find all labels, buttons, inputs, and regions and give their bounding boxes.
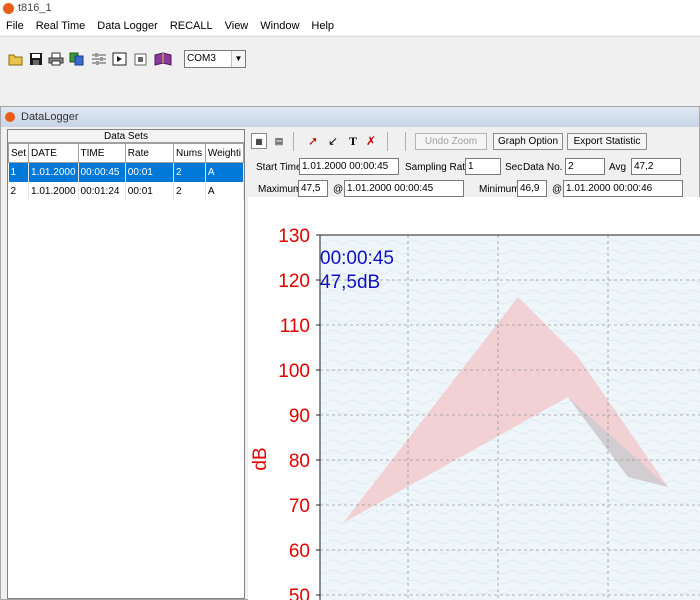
menu-data-logger[interactable]: Data Logger <box>91 17 164 35</box>
data-sets-panel: Data Sets Set DATE TIME Rate Nums Weight… <box>7 129 245 599</box>
separator <box>387 132 388 151</box>
cell-set: 2 <box>8 181 30 201</box>
menu-help[interactable]: Help <box>305 17 340 35</box>
play-icon[interactable] <box>112 52 128 66</box>
minimum-time-field[interactable]: 1.01.2000 00:00:46 <box>563 180 683 197</box>
window-title: t816_1 <box>18 2 52 14</box>
menu-window[interactable]: Window <box>254 17 305 35</box>
open-folder-icon[interactable] <box>8 52 24 66</box>
y-tick-label: 50 <box>289 586 310 600</box>
sec-label: Sec <box>505 162 523 173</box>
cell-set: 1 <box>8 162 30 182</box>
com-port-select[interactable]: COM3 ▼ <box>184 50 246 68</box>
at-label: @ <box>333 184 344 195</box>
maximum-time-field[interactable]: 1.01.2000 00:00:45 <box>344 180 464 197</box>
column-header-weighting[interactable]: Weighti <box>204 143 245 163</box>
cell-time: 00:00:45 <box>78 162 126 182</box>
column-header-time[interactable]: TIME <box>77 143 126 163</box>
menu-file[interactable]: File <box>0 17 30 35</box>
undo-zoom-button[interactable]: Undo Zoom <box>415 133 487 150</box>
cell-rate: 00:01 <box>125 162 174 182</box>
sampling-rate-label: Sampling Rate <box>405 162 471 173</box>
y-axis-label: dB <box>250 447 271 470</box>
y-tick-label: 120 <box>278 271 310 292</box>
cell-date: 1.01.2000 <box>28 181 79 201</box>
cell-time: 00:01:24 <box>78 181 126 201</box>
minimum-label: Minimum <box>479 184 520 195</box>
main-toolbar: COM3 ▼ <box>0 36 700 106</box>
y-tick-label: 70 <box>289 496 310 517</box>
child-title-bar[interactable]: DataLogger <box>1 107 699 127</box>
save-icon[interactable] <box>28 52 44 66</box>
y-tick-label: 100 <box>278 361 310 382</box>
table-row[interactable]: 2 1.01.2000 00:01:24 00:01 2 A <box>8 181 245 201</box>
start-time-field[interactable]: 1.01.2000 00:00:45 <box>299 158 399 175</box>
list-view-icon[interactable]: ▤ <box>271 133 287 149</box>
menu-recall[interactable]: RECALL <box>164 17 219 35</box>
title-bar: t816_1 <box>0 0 700 17</box>
data-no-label: Data No. <box>523 162 563 173</box>
data-sets-header: Data Sets <box>8 130 244 143</box>
y-tick-label: 60 <box>289 541 310 562</box>
column-header-set[interactable]: Set <box>7 143 30 163</box>
cursor-select-icon[interactable]: ↙ <box>325 133 341 149</box>
column-header-date[interactable]: DATE <box>28 143 79 163</box>
child-window-title: DataLogger <box>21 111 79 123</box>
data-no-field[interactable]: 2 <box>565 158 605 175</box>
cursor-time-readout: 00:00:45 <box>320 248 394 269</box>
book-icon[interactable] <box>153 52 173 66</box>
cell-rate: 00:01 <box>125 181 174 201</box>
y-tick-label: 110 <box>280 316 310 337</box>
copy-icon[interactable] <box>69 52 85 66</box>
minimum-field[interactable]: 46,9 <box>517 180 547 197</box>
cursor-value-readout: 47,5dB <box>320 272 381 293</box>
text-tool-icon[interactable]: T <box>345 133 361 149</box>
separator <box>293 132 294 151</box>
cell-date: 1.01.2000 <box>28 162 79 182</box>
maximum-label: Maximum <box>258 184 302 195</box>
avg-label: Avg <box>609 162 627 173</box>
child-window-icon <box>5 112 15 122</box>
stop-icon[interactable] <box>133 52 149 66</box>
grid-view-icon[interactable]: ▦ <box>251 133 267 149</box>
separator <box>405 132 406 151</box>
y-tick-label: 130 <box>278 226 310 247</box>
app-icon <box>3 3 14 14</box>
cell-nums: 2 <box>173 162 206 182</box>
start-time-label: Start Time <box>256 162 302 173</box>
avg-field[interactable]: 47,2 <box>631 158 681 175</box>
cell-weighting: A <box>205 162 245 182</box>
level-chart: 130 120 110 100 90 80 70 60 50 dB <box>250 226 700 600</box>
at-label: @ <box>552 184 563 195</box>
export-statistic-button[interactable]: Export Statistic <box>567 133 647 150</box>
table-header-row: Set DATE TIME Rate Nums Weighti <box>7 143 245 163</box>
menu-bar: File Real Time Data Logger RECALL View W… <box>0 17 700 35</box>
delete-text-icon[interactable]: ✗ <box>363 133 379 149</box>
column-header-rate[interactable]: Rate <box>124 143 174 163</box>
com-port-value: COM3 <box>187 53 216 64</box>
y-tick-label: 80 <box>289 451 310 472</box>
menu-real-time[interactable]: Real Time <box>30 17 92 35</box>
cell-weighting: A <box>205 181 245 201</box>
settings-icon[interactable] <box>91 52 107 66</box>
y-tick-label: 90 <box>289 406 310 427</box>
graph-option-button[interactable]: Graph Option <box>493 133 563 150</box>
maximum-field[interactable]: 47,5 <box>298 180 328 197</box>
data-sets-table: Set DATE TIME Rate Nums Weighti 1 1.01.2… <box>7 143 245 201</box>
sampling-rate-field[interactable]: 1 <box>465 158 501 175</box>
table-row[interactable]: 1 1.01.2000 00:00:45 00:01 2 A <box>8 162 245 182</box>
menu-view[interactable]: View <box>219 17 255 35</box>
column-header-nums[interactable]: Nums <box>172 143 206 163</box>
print-icon[interactable] <box>48 52 64 66</box>
chart-area[interactable]: 130 120 110 100 90 80 70 60 50 dB 00:00:45 47,5d… <box>248 197 700 600</box>
cell-nums: 2 <box>173 181 206 201</box>
chevron-down-icon[interactable]: ▼ <box>231 51 245 67</box>
pointer-icon[interactable]: ➚ <box>305 133 321 149</box>
